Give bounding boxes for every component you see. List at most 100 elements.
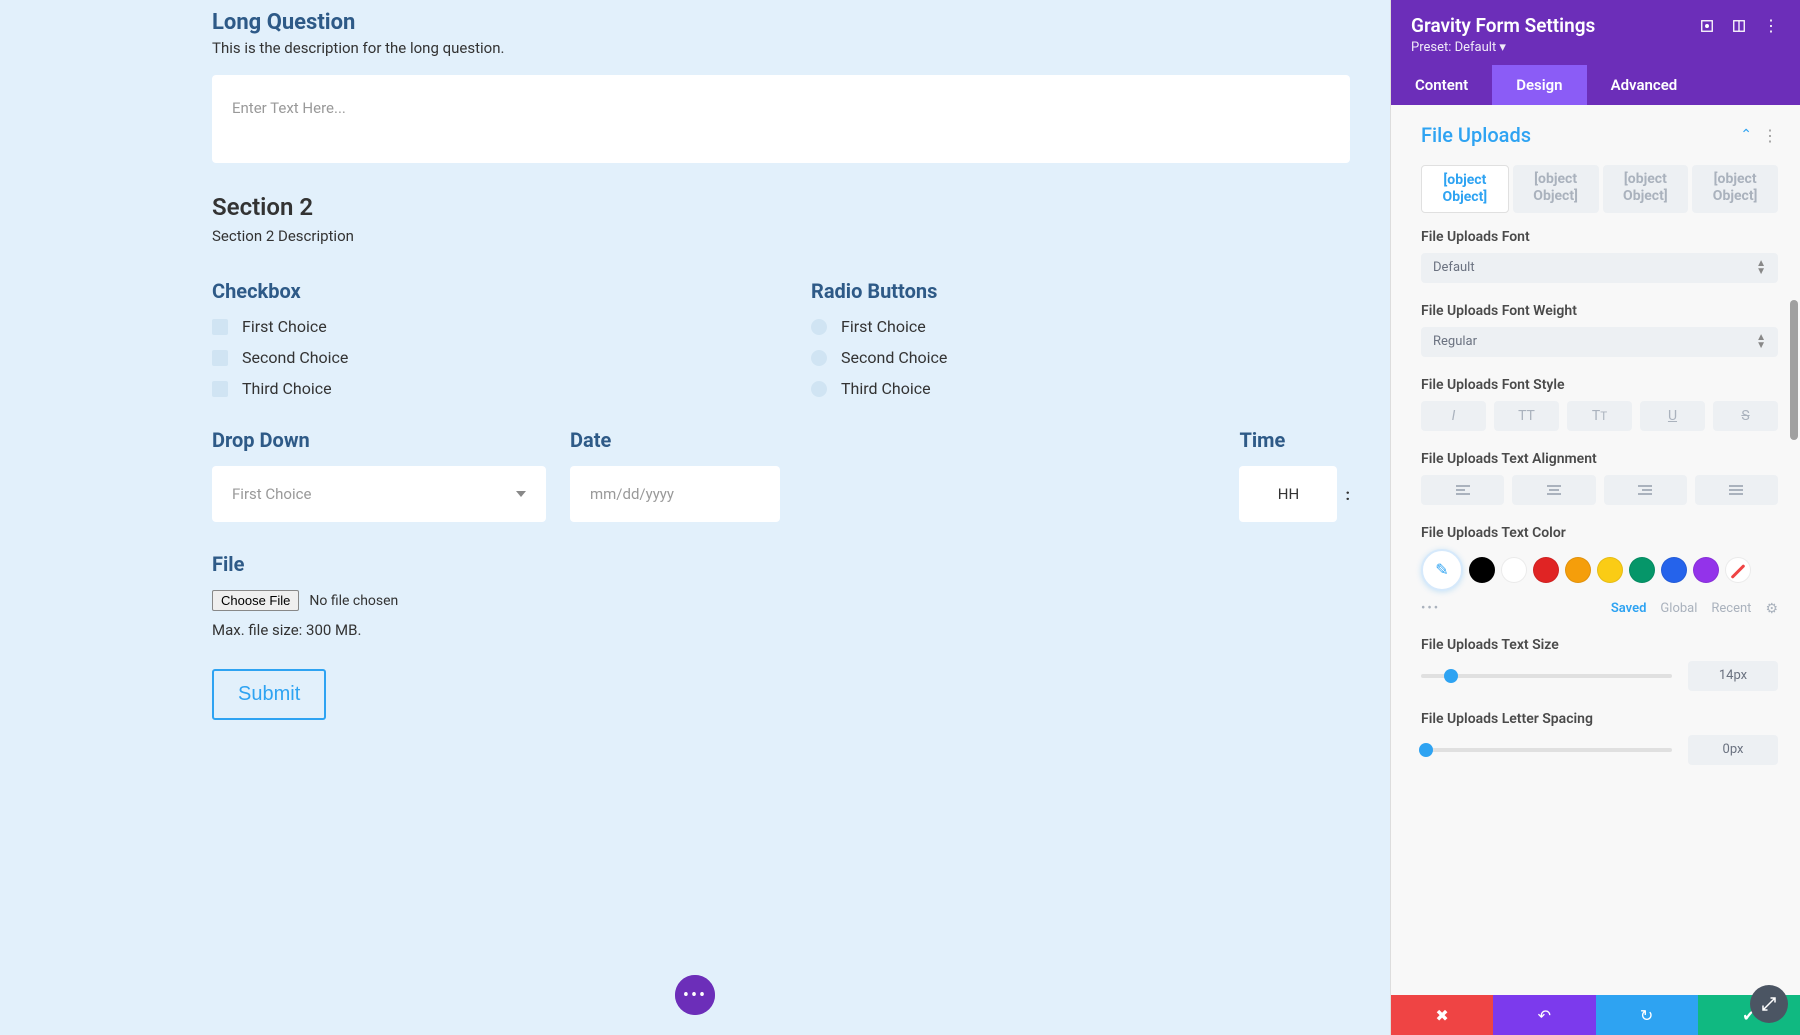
font-weight-value: Regular: [1433, 334, 1477, 349]
redo-button[interactable]: ↻: [1596, 995, 1698, 1035]
chevron-up-icon[interactable]: ⌃: [1740, 127, 1752, 143]
section-file-uploads[interactable]: File Uploads: [1421, 123, 1740, 147]
text-size-label: File Uploads Text Size: [1421, 637, 1778, 653]
checkbox-choice[interactable]: First Choice: [212, 317, 751, 336]
preset-selector[interactable]: Preset: Default ▾: [1411, 40, 1780, 55]
uppercase-button[interactable]: TT: [1494, 401, 1559, 431]
color-swatch[interactable]: [1693, 557, 1719, 583]
submit-button[interactable]: Submit: [212, 669, 326, 720]
dropdown-select[interactable]: First Choice: [212, 466, 546, 522]
section-2-title: Section 2: [212, 193, 1350, 221]
long-question-title: Long Question: [212, 10, 1350, 35]
tab-design[interactable]: Design: [1492, 65, 1586, 105]
radio-choice[interactable]: Second Choice: [811, 348, 1350, 367]
updown-icon: ▲▼: [1756, 260, 1766, 276]
choice-label: Third Choice: [841, 379, 931, 398]
help-fab[interactable]: [1750, 985, 1788, 1023]
choice-label: Third Choice: [242, 379, 332, 398]
color-swatch[interactable]: [1597, 557, 1623, 583]
time-hh-input[interactable]: HH: [1239, 466, 1337, 522]
radio-label: Radio Buttons: [811, 279, 1350, 303]
choice-label: First Choice: [242, 317, 327, 336]
font-weight-label: File Uploads Font Weight: [1421, 303, 1778, 319]
color-swatch[interactable]: [1661, 557, 1687, 583]
time-label: Time: [1239, 428, 1350, 452]
tab-advanced[interactable]: Advanced: [1587, 65, 1702, 105]
font-label: File Uploads Font: [1421, 229, 1778, 245]
underline-button[interactable]: U: [1640, 401, 1705, 431]
file-label: File: [212, 552, 1350, 576]
align-center-button[interactable]: [1512, 475, 1595, 505]
color-swatch[interactable]: [1469, 557, 1495, 583]
date-input[interactable]: mm/dd/yyyy: [570, 466, 780, 522]
color-picker-button[interactable]: ✎: [1421, 549, 1463, 591]
text-color-label: File Uploads Text Color: [1421, 525, 1778, 541]
checkbox-icon: [212, 319, 228, 335]
checkbox-icon: [212, 381, 228, 397]
font-value: Default: [1433, 260, 1475, 275]
long-question-textarea[interactable]: Enter Text Here...: [212, 75, 1350, 163]
font-weight-select[interactable]: Regular ▲▼: [1421, 327, 1778, 357]
section-kebab-icon[interactable]: ⋮: [1762, 126, 1778, 145]
color-swatch[interactable]: [1565, 557, 1591, 583]
font-style-label: File Uploads Font Style: [1421, 377, 1778, 393]
tab-content[interactable]: Content: [1391, 65, 1492, 105]
checkbox-choice[interactable]: Second Choice: [212, 348, 751, 367]
letter-spacing-slider[interactable]: [1421, 748, 1672, 752]
cancel-button[interactable]: ✖: [1391, 995, 1493, 1035]
time-separator: :: [1345, 485, 1350, 504]
subtab-1[interactable]: [object Object]: [1421, 165, 1509, 213]
radio-icon: [811, 319, 827, 335]
italic-button[interactable]: I: [1421, 401, 1486, 431]
radio-icon: [811, 381, 827, 397]
strikethrough-button[interactable]: S: [1713, 401, 1778, 431]
align-left-button[interactable]: [1421, 475, 1504, 505]
checkbox-label: Checkbox: [212, 279, 751, 303]
color-swatch[interactable]: [1533, 557, 1559, 583]
radio-icon: [811, 350, 827, 366]
palette-recent[interactable]: Recent: [1711, 601, 1751, 616]
long-question-desc: This is the description for the long que…: [212, 39, 1350, 57]
text-size-slider[interactable]: [1421, 674, 1672, 678]
font-select[interactable]: Default ▲▼: [1421, 253, 1778, 283]
radio-choice[interactable]: Third Choice: [811, 379, 1350, 398]
dropdown-label: Drop Down: [212, 428, 546, 452]
color-none-swatch[interactable]: [1725, 557, 1751, 583]
chevron-down-icon: [516, 491, 526, 497]
undo-button[interactable]: ↶: [1493, 995, 1595, 1035]
palette-saved[interactable]: Saved: [1611, 601, 1647, 616]
checkbox-choice[interactable]: Third Choice: [212, 379, 751, 398]
updown-icon: ▲▼: [1756, 334, 1766, 350]
letter-spacing-value[interactable]: 0px: [1688, 735, 1778, 765]
align-right-button[interactable]: [1604, 475, 1687, 505]
panel-title: Gravity Form Settings: [1411, 14, 1684, 37]
checkbox-icon: [212, 350, 228, 366]
expand-icon[interactable]: [1698, 17, 1716, 35]
section-2-desc: Section 2 Description: [212, 227, 1350, 245]
align-justify-button[interactable]: [1695, 475, 1778, 505]
gear-icon[interactable]: ⚙: [1765, 601, 1778, 617]
text-size-value[interactable]: 14px: [1688, 661, 1778, 691]
subtab-3[interactable]: [object Object]: [1603, 165, 1689, 213]
scrollbar-thumb[interactable]: [1790, 300, 1798, 440]
text-align-label: File Uploads Text Alignment: [1421, 451, 1778, 467]
no-file-text: No file chosen: [309, 593, 398, 609]
subtab-4[interactable]: [object Object]: [1692, 165, 1778, 213]
palette-global[interactable]: Global: [1660, 601, 1697, 616]
color-swatch[interactable]: [1629, 557, 1655, 583]
subtab-2[interactable]: [object Object]: [1513, 165, 1599, 213]
more-colors-icon[interactable]: •••: [1421, 601, 1440, 616]
choice-label: Second Choice: [841, 348, 947, 367]
letter-spacing-label: File Uploads Letter Spacing: [1421, 711, 1778, 727]
choice-label: First Choice: [841, 317, 926, 336]
dropdown-selected: First Choice: [232, 485, 311, 503]
radio-choice[interactable]: First Choice: [811, 317, 1350, 336]
kebab-icon[interactable]: ⋮: [1762, 17, 1780, 35]
choose-file-button[interactable]: Choose File: [212, 590, 299, 611]
settings-panel: Gravity Form Settings ⋮ Preset: Default …: [1390, 0, 1800, 1035]
date-label: Date: [570, 428, 780, 452]
smallcaps-button[interactable]: TT: [1567, 401, 1632, 431]
columns-icon[interactable]: [1730, 17, 1748, 35]
color-swatch[interactable]: [1501, 557, 1527, 583]
more-options-fab[interactable]: •••: [675, 975, 715, 1015]
